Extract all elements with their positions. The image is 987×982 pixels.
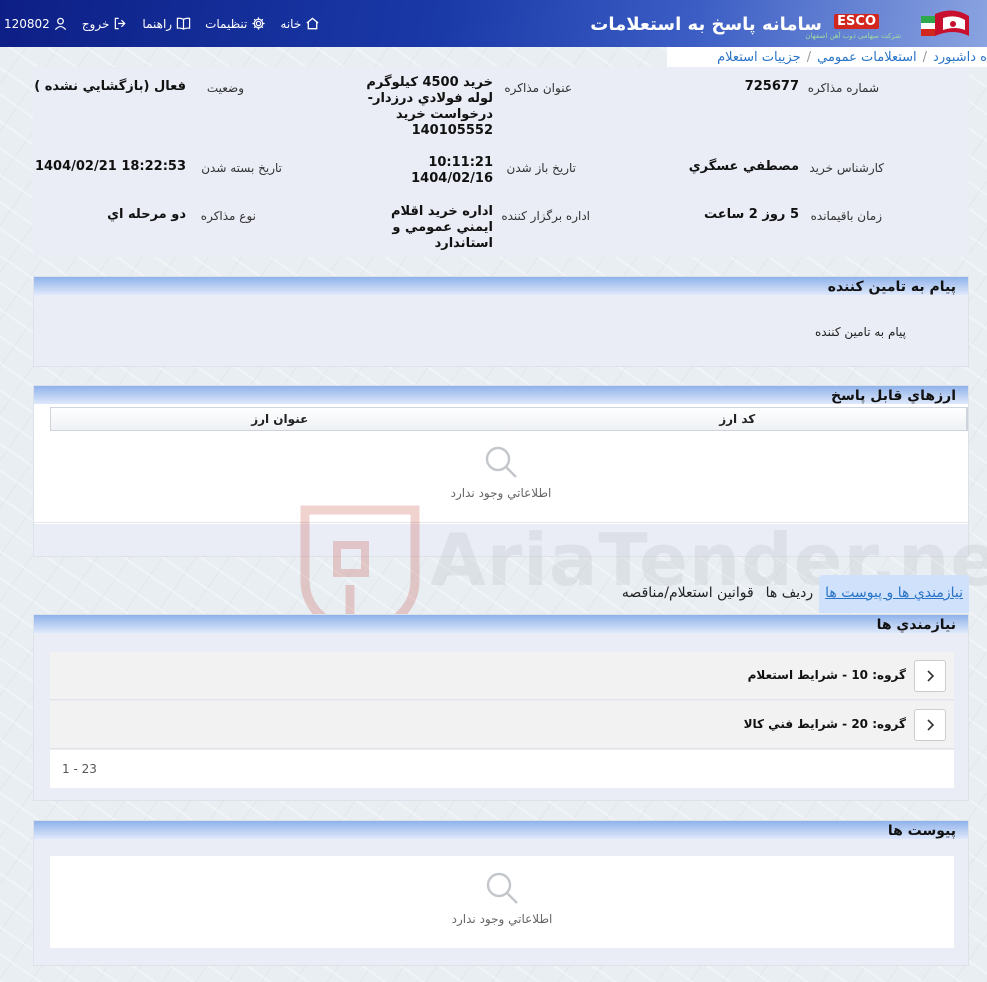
expand-group-button[interactable] <box>914 660 946 692</box>
field-label-negotiation-type: نوع مذاكره <box>200 209 256 223</box>
field-label-status: وضعيت <box>206 81 244 95</box>
panel-header: نيازمندي ها <box>34 615 968 633</box>
nav-help-label: راهنما <box>142 16 173 31</box>
user-account[interactable]: 120802 <box>4 16 68 31</box>
requirement-group-row[interactable]: گروه: 20 - شرايط فني كالا <box>50 701 954 749</box>
requirements-pager: 1 - 23 <box>50 750 954 788</box>
user-icon <box>54 17 66 31</box>
nav-help[interactable]: راهنما <box>142 16 191 31</box>
user-code: 120802 <box>4 16 50 31</box>
field-label-remaining-time: زمان باقيمانده <box>810 209 882 223</box>
field-value-remaining-time: 5 روز 2 ساعت <box>703 207 799 222</box>
attachments-title: پيوست ها <box>887 823 956 839</box>
book-icon <box>176 17 191 30</box>
requirement-group-label: گروه: 10 - شرايط استعلام <box>747 668 906 682</box>
nav-logout[interactable]: خروج <box>82 16 129 31</box>
supplier-message-title: پيام به تامين كننده <box>827 279 956 295</box>
chevron-right-icon <box>927 719 935 731</box>
breadcrumb-separator: / <box>806 49 812 65</box>
supplier-message-text: پيام به تامين كننده <box>815 325 906 339</box>
gear-icon <box>252 17 265 30</box>
currencies-table: عنوان ارز كد ارز اطلاعاتي وجود ندارد <box>34 404 968 524</box>
breadcrumb-separator: / <box>922 49 928 65</box>
attachments-list: اطلاعاتي وجود ندارد <box>50 856 954 948</box>
field-value-negotiation-number: 725677 <box>744 79 799 94</box>
breadcrumb-dashboard[interactable]: ه داشبورد <box>933 50 987 65</box>
field-label-negotiation-number: شماره مذاكره <box>807 81 879 95</box>
field-label-organizing-dept: اداره برگزار كننده <box>501 209 590 223</box>
logout-icon <box>115 17 126 30</box>
chevron-right-icon <box>927 670 935 682</box>
currencies-title: ارزهاي قابل پاسخ <box>830 388 956 404</box>
expand-group-button[interactable] <box>914 709 946 741</box>
inquiry-info-panel: شماره مذاكره 725677 عنوان مذاكره خريد 45… <box>33 67 969 257</box>
top-nav: خانه تنظیمات راهنما خروج 120802 <box>0 0 320 47</box>
tab-rules[interactable]: قوانين استعلام/مناقصه <box>616 575 760 613</box>
breadcrumb-inquiry-details[interactable]: جزييات استعلام <box>717 50 801 65</box>
tab-requirements-attachments[interactable]: نيازمندي ها و پيوست ها <box>819 575 969 613</box>
field-value-status: فعال (بازگشايي نشده ) <box>34 79 186 94</box>
field-value-negotiation-title: خريد 4500 كيلوگرم لوله فولادي درزدار- در… <box>366 75 493 138</box>
search-icon <box>485 446 517 478</box>
nav-home-label: خانه <box>280 16 302 31</box>
currencies-empty-text: اطلاعاتي وجود ندارد <box>450 486 552 500</box>
field-value-purchasing-expert: مصطفي عسگري <box>688 159 799 174</box>
home-icon <box>306 17 319 30</box>
currencies-table-header: عنوان ارز كد ارز <box>50 407 968 431</box>
panel-header: پيوست ها <box>34 821 968 839</box>
app-title: سامانه پاسخ به استعلامات <box>590 14 822 35</box>
attachments-panel: پيوست ها اطلاعاتي وجود ندارد <box>33 820 969 966</box>
nav-logout-label: خروج <box>81 16 110 31</box>
field-value-close-date: 1404/02/21 18:22:53 <box>34 159 186 174</box>
requirement-group-label: گروه: 20 - شرايط فني كالا <box>743 717 906 731</box>
field-value-organizing-dept: اداره خريد اقلام ايمني عمومي و استاندارد <box>390 204 493 251</box>
company-logo <box>913 6 973 42</box>
table-footer-divider <box>34 522 968 523</box>
panel-header: پيام به تامين كننده <box>34 277 968 295</box>
field-label-purchasing-expert: كارشناس خريد <box>809 161 884 175</box>
supplier-message-panel: پيام به تامين كننده پيام به تامين كننده <box>33 276 969 367</box>
nav-settings-label: تنظیمات <box>205 16 248 31</box>
field-value-open-date: 10:11:21 1404/02/16 <box>411 155 493 186</box>
pager-range: 1 - 23 <box>62 762 97 776</box>
tab-rows[interactable]: رديف ها <box>760 575 819 613</box>
requirements-panel: نيازمندي ها گروه: 10 - شرايط استعلام گرو… <box>33 614 969 801</box>
brand-name: ESCO <box>834 14 879 29</box>
column-currency-code[interactable]: كد ارز <box>509 408 967 430</box>
attachments-empty-state: اطلاعاتي وجود ندارد <box>435 870 569 926</box>
breadcrumb: ه داشبورد / استعلامات عمومي / جزييات است… <box>667 47 987 67</box>
currencies-empty-state: اطلاعاتي وجود ندارد <box>434 444 568 500</box>
requirements-title: نيازمندي ها <box>876 617 956 633</box>
currencies-panel: ارزهاي قابل پاسخ عنوان ارز كد ارز اطلاعا… <box>33 385 969 557</box>
field-label-close-date: تاريخ بسته شدن <box>201 161 282 175</box>
requirement-group-row[interactable]: گروه: 10 - شرايط استعلام <box>50 652 954 700</box>
panel-header: ارزهاي قابل پاسخ <box>34 386 968 404</box>
search-icon <box>486 872 518 904</box>
breadcrumb-public-inquiries[interactable]: استعلامات عمومي <box>817 50 917 65</box>
field-label-open-date: تاريخ باز شدن <box>506 161 576 175</box>
attachments-empty-text: اطلاعاتي وجود ندارد <box>451 912 553 926</box>
detail-tabs: نيازمندي ها و پيوست ها رديف ها قوانين اس… <box>616 575 969 613</box>
top-header: ESCO شرکت سهامی ذوب آهن اصفهان سامانه پا… <box>0 0 987 47</box>
nav-home[interactable]: خانه <box>280 16 320 31</box>
column-currency-title[interactable]: عنوان ارز <box>51 408 509 430</box>
field-value-negotiation-type: دو مرحله اي <box>107 207 186 222</box>
nav-settings[interactable]: تنظیمات <box>205 16 266 31</box>
field-label-negotiation-title: عنوان مذاكره <box>504 81 572 95</box>
